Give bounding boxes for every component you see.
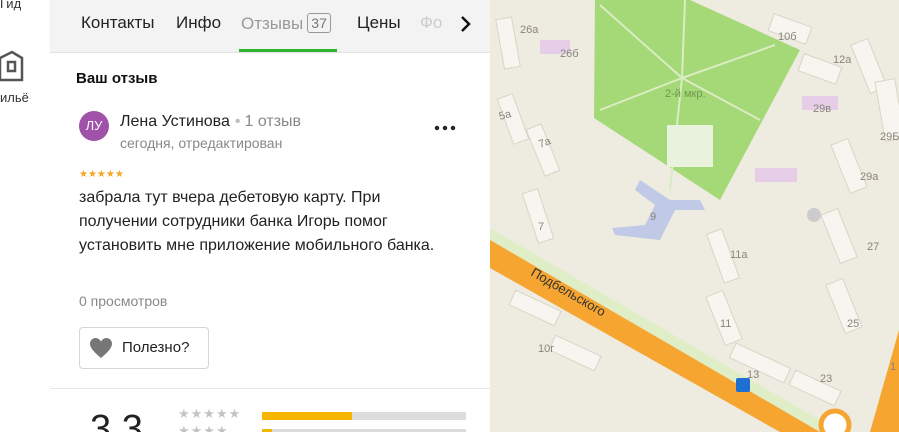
fire-station-icon[interactable] <box>807 208 821 222</box>
tab-bar: Контакты Инфо Отзывы 37 Цены Фо <box>50 0 490 53</box>
map-label: 7 <box>538 221 544 233</box>
organization-panel: Контакты Инфо Отзывы 37 Цены Фо Ваш отзыв… <box>50 0 490 432</box>
map-label: 25 <box>847 318 859 330</box>
rating-value: 3,3 <box>90 408 143 432</box>
map-label: 27 <box>867 241 879 253</box>
park-clearing <box>667 125 713 167</box>
active-tab-indicator <box>239 49 337 52</box>
review-author: Лена Устинова • 1 отзыв <box>120 113 301 131</box>
map-label: 29а <box>860 171 879 183</box>
map-label: 13 <box>747 369 759 381</box>
more-options-icon[interactable] <box>433 118 457 138</box>
building-icon[interactable] <box>0 50 24 84</box>
map-label: 29в <box>813 103 831 115</box>
map[interactable]: 26а26б10б12а5а 29в29Б7а2-й мкр.29а972711а… <box>490 0 899 432</box>
author-name[interactable]: Лена Устинова <box>120 113 230 130</box>
tab-prices[interactable]: Цены <box>357 13 401 33</box>
map-label: 26б <box>560 48 579 60</box>
map-label: 9 <box>650 211 656 223</box>
map-label: 23 <box>820 373 832 385</box>
roundabout <box>818 408 852 432</box>
rating-row-4-stars: ★★★★ <box>178 423 229 432</box>
map-label: 2-й мкр. <box>665 88 706 100</box>
review-text: забрала тут вчера дебетовую карту. При п… <box>79 189 435 254</box>
left-sidebar-strip: Гид ильё <box>0 0 51 432</box>
sidebar-housing-label[interactable]: ильё <box>0 90 29 105</box>
review-stars: ★★★★★ <box>79 169 124 180</box>
review-date: сегодня, отредактирован <box>120 135 283 151</box>
rating-row-5-stars: ★★★★★ <box>178 406 242 421</box>
useful-button[interactable]: Полезно? <box>79 327 209 369</box>
map-label: 26а <box>520 24 539 36</box>
heart-icon <box>90 338 112 358</box>
map-label: 1 <box>890 361 896 373</box>
useful-button-label: Полезно? <box>122 339 190 356</box>
tab-photos[interactable]: Фо <box>420 13 442 33</box>
map-label: 11а <box>730 249 748 261</box>
map-label: 12а <box>833 54 852 66</box>
building-pink-29a <box>755 168 797 182</box>
divider <box>50 388 490 389</box>
separator-dot: • <box>234 113 241 130</box>
review-views: 0 просмотров <box>79 293 168 309</box>
author-review-count[interactable]: 1 отзыв <box>245 113 302 130</box>
map-label: 11 <box>720 318 731 330</box>
your-review-heading: Ваш отзыв <box>76 70 158 87</box>
chevron-right-icon[interactable] <box>454 12 478 36</box>
map-label: 29Б <box>880 131 899 143</box>
tab-reviews[interactable]: Отзывы 37 <box>241 13 331 34</box>
map-label: 10б <box>778 31 797 43</box>
reviews-count-badge: 37 <box>307 13 331 33</box>
tab-contacts[interactable]: Контакты <box>81 13 154 33</box>
tab-info[interactable]: Инфо <box>176 13 221 33</box>
rating-bar-5 <box>262 412 466 420</box>
rating-bar-5-fill <box>262 412 352 420</box>
map-label: 10г <box>538 343 554 355</box>
tab-reviews-label: Отзывы <box>241 14 304 33</box>
sidebar-guide-label[interactable]: Гид <box>0 0 21 11</box>
avatar[interactable]: ЛУ <box>79 111 109 141</box>
